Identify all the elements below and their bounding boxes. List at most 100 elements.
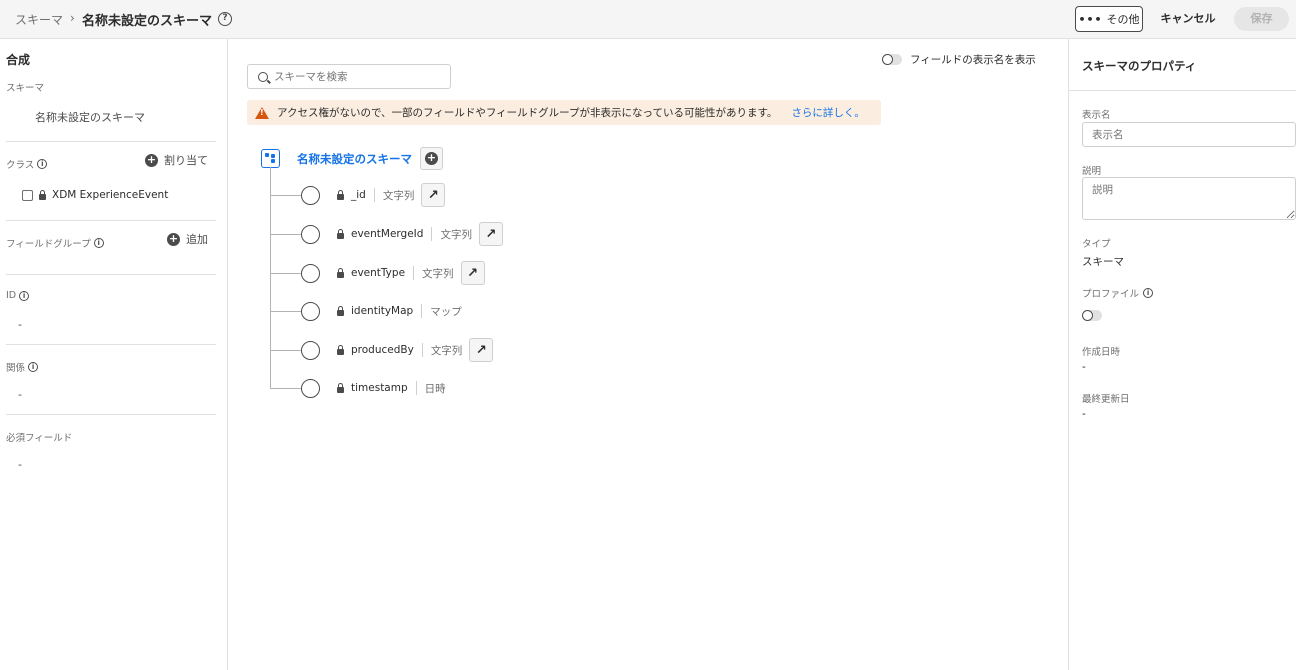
field-type: 文字列 <box>430 344 463 357</box>
cancel-button[interactable]: キャンセル <box>1155 8 1221 30</box>
profile-label: プロファイル i <box>1082 286 1154 300</box>
created-value: - <box>1082 361 1086 373</box>
field-type: マップ <box>430 305 462 318</box>
fieldgroup-label-text: フィールドグループ <box>6 239 91 250</box>
display-name-toggle[interactable]: フィールドの表示名を表示 <box>882 52 1036 67</box>
updated-label: 最終更新日 <box>1082 394 1130 405</box>
field-node[interactable] <box>301 224 320 244</box>
schema-name-item[interactable]: 名称未設定のスキーマ <box>35 109 145 125</box>
updated-value: - <box>1082 408 1086 420</box>
class-section-label: クラス i <box>6 157 48 171</box>
more-button[interactable]: ••• その他 <box>1075 6 1143 32</box>
required-value: - <box>18 458 22 471</box>
required-section-label: 必須フィールド <box>6 430 72 444</box>
jump-arrow-icon[interactable]: ↗ <box>421 183 446 207</box>
breadcrumb-separator: › <box>70 11 75 25</box>
field-node[interactable] <box>301 263 320 283</box>
field-node[interactable] <box>301 340 320 360</box>
warning-icon <box>255 106 269 119</box>
display-name-label: 表示名 <box>1082 110 1111 121</box>
field-separator <box>373 188 375 202</box>
schema-canvas: フィールドの表示名を表示 アクセス権がないので、一部のフィールドやフィールドグル… <box>228 39 1068 670</box>
tree-branch <box>270 194 301 196</box>
class-label-text: クラス <box>6 160 35 171</box>
add-fieldgroup-button[interactable]: + 追加 <box>167 231 208 247</box>
jump-arrow-icon[interactable]: ↗ <box>469 338 494 362</box>
breadcrumb-schemas[interactable]: スキーマ <box>15 11 63 28</box>
field-type: 日時 <box>424 382 446 395</box>
info-icon[interactable]: i <box>93 238 104 248</box>
field-row[interactable]: eventType 文字列 ↗ <box>270 261 485 285</box>
jump-arrow-icon[interactable]: ↗ <box>460 261 485 285</box>
add-circle-icon: + <box>167 231 180 246</box>
relation-value: - <box>18 388 22 401</box>
class-item-label: XDM ExperienceEvent <box>52 189 169 201</box>
alert-text: アクセス権がないので、一部のフィールドやフィールドグループが非表示になっている可… <box>277 107 778 119</box>
root-label[interactable]: 名称未設定のスキーマ <box>297 151 412 167</box>
add-field-button[interactable]: + <box>420 147 443 170</box>
assign-class-button[interactable]: + 割り当て <box>145 152 208 168</box>
profile-toggle[interactable] <box>1082 310 1102 321</box>
field-type: 文字列 <box>440 228 472 241</box>
page-title: 名称未設定のスキーマ <box>82 14 213 29</box>
id-label-text: ID <box>6 290 17 301</box>
composition-panel: 合成 スキーマ 名称未設定のスキーマ クラス i + 割り当て XDM Expe… <box>0 39 228 670</box>
class-checkbox[interactable] <box>22 189 33 201</box>
tree-branch <box>270 310 301 312</box>
schema-icon <box>261 149 280 168</box>
divider <box>6 141 216 142</box>
field-name: producedBy <box>351 344 414 356</box>
info-icon[interactable]: i <box>1143 288 1154 298</box>
schema-search[interactable] <box>247 64 451 89</box>
relation-section-label: 関係 i <box>6 360 39 374</box>
help-icon[interactable]: ? <box>218 12 232 26</box>
field-separator <box>421 343 423 357</box>
class-item[interactable]: XDM ExperienceEvent <box>22 189 168 201</box>
field-row[interactable]: timestamp 日時 <box>270 376 446 400</box>
lock-icon <box>337 344 344 355</box>
field-row[interactable]: identityMap マップ <box>270 299 462 323</box>
lock-icon <box>337 189 344 200</box>
field-node[interactable] <box>301 185 320 205</box>
type-value: スキーマ <box>1082 256 1124 268</box>
schema-properties-panel: スキーマのプロパティ 表示名 説明 タイプ スキーマ プロファイル i 作成日時… <box>1068 39 1296 670</box>
field-separator <box>421 304 423 318</box>
fieldgroup-section-label: フィールドグループ i <box>6 236 104 250</box>
display-name-field[interactable] <box>1082 122 1296 147</box>
search-input[interactable] <box>274 70 434 83</box>
add-circle-icon: + <box>425 151 438 165</box>
schema-label-text: スキーマ <box>6 83 45 94</box>
field-row[interactable]: _id 文字列 ↗ <box>270 183 446 207</box>
tree-branch <box>270 387 301 389</box>
field-node[interactable] <box>301 301 320 321</box>
add-circle-icon: + <box>145 152 158 167</box>
description-label: 説明 <box>1082 166 1102 177</box>
more-button-label: その他 <box>1106 13 1140 26</box>
id-value: - <box>18 318 22 331</box>
info-icon[interactable]: i <box>19 290 30 301</box>
field-separator <box>413 266 415 280</box>
field-node[interactable] <box>301 378 320 398</box>
assign-label: 割り当て <box>164 154 208 167</box>
field-row[interactable]: producedBy 文字列 ↗ <box>270 338 494 362</box>
toggle-switch[interactable] <box>882 54 902 65</box>
field-separator <box>415 381 417 395</box>
info-icon[interactable]: i <box>37 159 48 169</box>
more-dots-icon: ••• <box>1078 12 1103 26</box>
description-field[interactable] <box>1082 177 1296 220</box>
field-row[interactable]: eventMergeId 文字列 ↗ <box>270 222 503 246</box>
toggle-label: フィールドの表示名を表示 <box>910 54 1036 66</box>
learn-more-link[interactable]: さらに詳しく。 <box>791 105 865 120</box>
save-button[interactable]: 保存 <box>1234 7 1289 31</box>
schema-root-node[interactable]: 名称未設定のスキーマ + <box>261 147 443 170</box>
lock-icon <box>337 228 344 239</box>
search-icon <box>258 71 268 82</box>
jump-arrow-icon[interactable]: ↗ <box>478 222 503 246</box>
field-type: 文字列 <box>422 267 454 280</box>
divider <box>6 414 216 415</box>
tree-branch <box>270 233 301 235</box>
info-icon[interactable]: i <box>28 362 39 372</box>
divider <box>1069 90 1296 91</box>
field-name: eventMergeId <box>351 228 424 240</box>
required-label-text: 必須フィールド <box>6 433 73 444</box>
